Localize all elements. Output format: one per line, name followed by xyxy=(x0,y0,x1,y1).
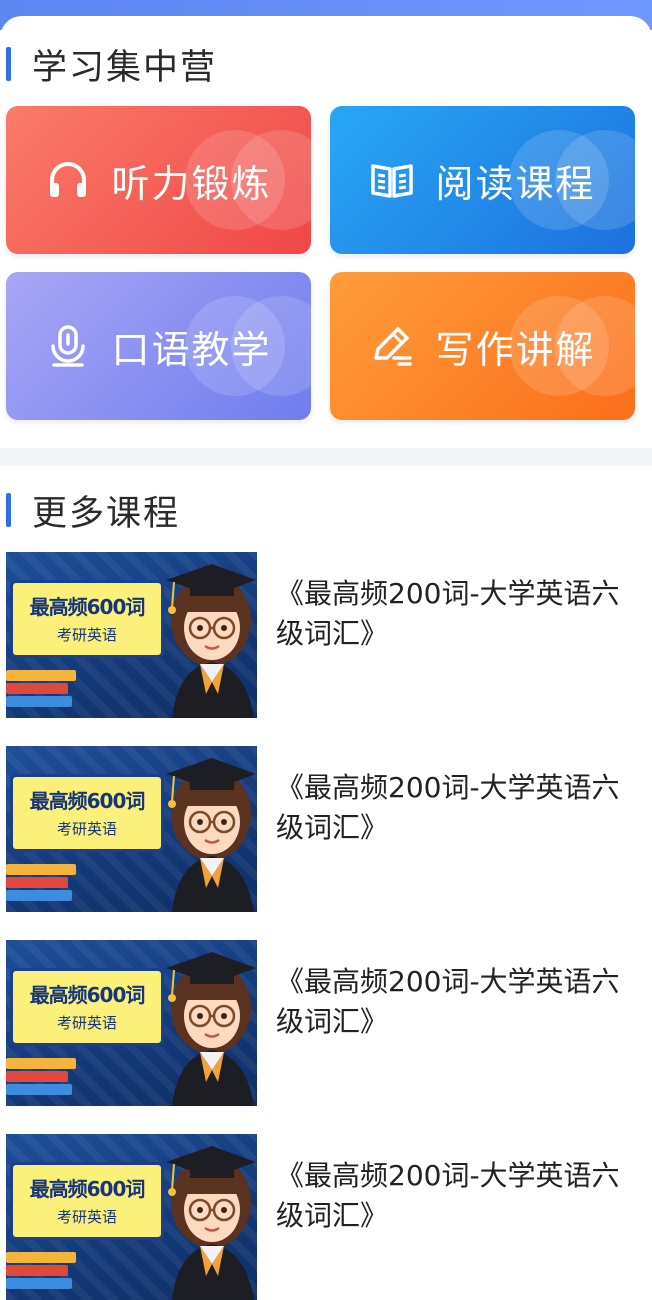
course-title[interactable]: 《最高频200词-大学英语六级词汇》 xyxy=(276,962,626,1042)
course-item[interactable]: 最高频600词 考研英语 《最高频200词-大学英语六级词汇》 xyxy=(0,552,652,718)
course-title[interactable]: 《最高频200词-大学英语六级词汇》 xyxy=(276,574,626,654)
thumbnail-badge: 最高频600词 考研英语 xyxy=(10,774,164,852)
thumbnail-subtitle: 考研英语 xyxy=(56,1014,117,1032)
thumbnail-heading: 最高频600词 xyxy=(29,983,146,1007)
course-item[interactable]: 最高频600词 考研英语 《最高频200词-大学英语六级词汇》 xyxy=(0,1134,652,1300)
thumbnail-subtitle: 考研英语 xyxy=(56,820,117,838)
section-title: 学习集中营 xyxy=(32,47,218,88)
graduate-girl-illustration xyxy=(166,758,256,912)
course-thumbnail[interactable]: 最高频600词 考研英语 xyxy=(6,746,257,912)
writing-explanation-button[interactable]: 写作讲解 xyxy=(330,272,635,420)
book-icon xyxy=(369,157,415,203)
pencil-icon xyxy=(369,323,415,369)
section-divider xyxy=(0,448,652,466)
graduate-girl-illustration xyxy=(166,564,256,718)
course-thumbnail[interactable]: 最高频600词 考研英语 xyxy=(6,1134,257,1300)
graduate-girl-illustration xyxy=(166,1146,256,1300)
microphone-icon xyxy=(45,323,91,369)
books-illustration xyxy=(6,1058,76,1102)
course-item[interactable]: 最高频600词 考研英语 《最高频200词-大学英语六级词汇》 xyxy=(0,940,652,1106)
books-illustration xyxy=(6,864,76,908)
course-thumbnail[interactable]: 最高频600词 考研英语 xyxy=(6,552,257,718)
tile-label: 听力锻炼 xyxy=(111,161,272,206)
thumbnail-subtitle: 考研英语 xyxy=(56,626,117,644)
tile-label: 写作讲解 xyxy=(435,327,596,372)
more-courses-header: 更多课程 xyxy=(6,488,180,534)
study-camp-header: 学习集中营 xyxy=(6,42,217,88)
course-title[interactable]: 《最高频200词-大学英语六级词汇》 xyxy=(276,768,626,848)
tile-label: 口语教学 xyxy=(111,327,272,372)
section-accent-bar xyxy=(6,47,11,81)
books-illustration xyxy=(6,1252,76,1296)
course-thumbnail[interactable]: 最高频600词 考研英语 xyxy=(6,940,257,1106)
thumbnail-badge: 最高频600词 考研英语 xyxy=(10,1162,164,1240)
tile-label: 阅读课程 xyxy=(435,161,596,206)
headphones-icon xyxy=(45,157,91,203)
speaking-teaching-button[interactable]: 口语教学 xyxy=(6,272,311,420)
thumbnail-badge: 最高频600词 考研英语 xyxy=(10,968,164,1046)
thumbnail-heading: 最高频600词 xyxy=(29,595,146,619)
graduate-girl-illustration xyxy=(166,952,256,1106)
thumbnail-badge: 最高频600词 考研英语 xyxy=(10,580,164,658)
thumbnail-heading: 最高频600词 xyxy=(29,789,146,813)
course-title[interactable]: 《最高频200词-大学英语六级词汇》 xyxy=(276,1156,626,1236)
thumbnail-heading: 最高频600词 xyxy=(29,1177,146,1201)
course-item[interactable]: 最高频600词 考研英语 《最高频200词-大学英语六级词汇》 xyxy=(0,746,652,912)
section-accent-bar xyxy=(6,493,11,527)
reading-course-button[interactable]: 阅读课程 xyxy=(330,106,635,254)
thumbnail-subtitle: 考研英语 xyxy=(56,1208,117,1226)
section-title: 更多课程 xyxy=(32,493,181,534)
books-illustration xyxy=(6,670,76,714)
listening-practice-button[interactable]: 听力锻炼 xyxy=(6,106,311,254)
